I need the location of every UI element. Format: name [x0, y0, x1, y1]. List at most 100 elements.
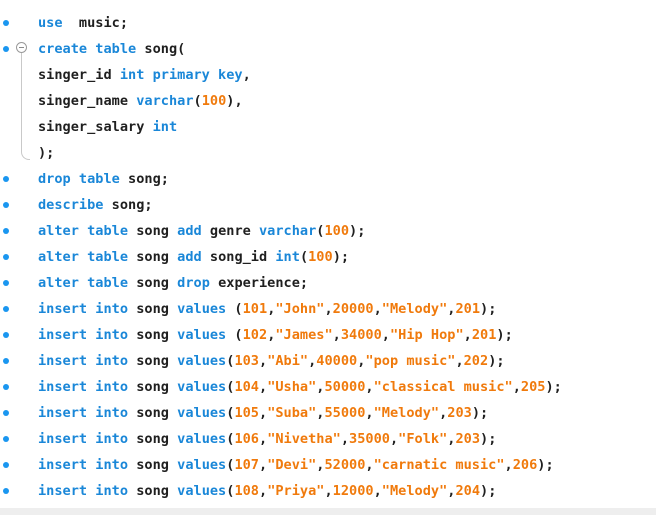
- statement-marker-icon[interactable]: [3, 254, 9, 260]
- code-line[interactable]: insert into song values (102,"James",340…: [0, 322, 656, 348]
- code-line[interactable]: singer_salary int: [0, 114, 656, 140]
- code-token: values: [177, 457, 227, 473]
- code-token: );: [488, 353, 505, 369]
- code-token: drop table: [38, 171, 120, 187]
- code-token: experience;: [209, 275, 309, 291]
- code-token: insert into: [38, 483, 129, 499]
- code-line[interactable]: alter table song drop experience;: [0, 270, 656, 296]
- code-token: song(: [136, 41, 186, 57]
- code-text: insert into song values(105,"Suba",55000…: [38, 400, 488, 426]
- code-token: 40000: [316, 353, 358, 369]
- code-token: "Abi": [267, 353, 309, 369]
- code-token: 202: [463, 353, 489, 369]
- statement-marker-icon[interactable]: [3, 306, 9, 312]
- code-line[interactable]: drop table song;: [0, 166, 656, 192]
- code-token: ,: [389, 431, 399, 447]
- code-token: );: [480, 431, 497, 447]
- code-line[interactable]: insert into song values(106,"Nivetha",35…: [0, 426, 656, 452]
- code-token: 35000: [349, 431, 390, 447]
- code-line[interactable]: insert into song values(107,"Devi",52000…: [0, 452, 656, 478]
- code-token: insert into: [38, 353, 129, 369]
- statement-marker-icon[interactable]: [3, 462, 9, 468]
- code-text: singer_salary int: [38, 114, 177, 140]
- code-token: song_id: [201, 249, 276, 265]
- code-token: "Melody": [373, 405, 440, 421]
- code-token: ,: [365, 457, 374, 473]
- statement-marker-icon[interactable]: [3, 436, 9, 442]
- code-line[interactable]: insert into song values(103,"Abi",40000,…: [0, 348, 656, 374]
- code-token: int primary key: [119, 67, 243, 83]
- code-token: values: [177, 483, 227, 499]
- sql-editor[interactable]: use music; create table song(singer_id in…: [0, 0, 656, 508]
- statement-marker-icon[interactable]: [3, 228, 9, 234]
- code-token: );: [496, 327, 513, 343]
- code-text: alter table song add song_id int(100);: [38, 244, 349, 270]
- code-token: ),: [226, 93, 243, 109]
- code-token: );: [480, 483, 497, 499]
- code-line[interactable]: alter table song add genre varchar(100);: [0, 218, 656, 244]
- statement-marker-icon[interactable]: [3, 46, 9, 52]
- statement-marker-icon[interactable]: [3, 410, 9, 416]
- code-token: ,: [365, 379, 374, 395]
- code-token: int: [152, 119, 178, 135]
- code-token: ,: [373, 301, 382, 317]
- code-token: (: [299, 249, 309, 265]
- code-token: 100: [201, 93, 227, 109]
- code-token: 102: [242, 327, 268, 343]
- code-token: "Priya": [267, 483, 325, 499]
- code-line[interactable]: insert into song values(108,"Priya",1200…: [0, 478, 656, 504]
- code-token: song: [128, 483, 178, 499]
- code-token: add: [177, 249, 202, 265]
- code-token: (: [226, 301, 243, 317]
- code-token: 201: [471, 327, 497, 343]
- code-text: );: [38, 140, 54, 166]
- code-token: song: [128, 301, 178, 317]
- statement-marker-icon[interactable]: [3, 332, 9, 338]
- code-token: create table: [38, 41, 137, 57]
- code-token: 34000: [340, 327, 382, 343]
- code-token: "Hip Hop": [389, 327, 464, 343]
- code-token: (: [193, 93, 202, 109]
- code-token: ,: [259, 483, 268, 499]
- code-token: varchar: [136, 93, 194, 109]
- statement-marker-icon[interactable]: [3, 280, 9, 286]
- code-line[interactable]: );: [0, 140, 656, 166]
- horizontal-scrollbar[interactable]: [0, 508, 656, 515]
- code-token: 206: [512, 457, 538, 473]
- statement-marker-icon[interactable]: [3, 20, 9, 26]
- code-line[interactable]: create table song(: [0, 36, 656, 62]
- code-line[interactable]: describe song;: [0, 192, 656, 218]
- code-line[interactable]: singer_name varchar(100),: [0, 88, 656, 114]
- fold-collapse-icon[interactable]: [16, 42, 27, 53]
- code-token: song: [128, 249, 178, 265]
- code-token: add: [177, 223, 202, 239]
- code-token: );: [332, 249, 350, 265]
- code-token: (: [226, 327, 243, 343]
- statement-marker-icon[interactable]: [3, 384, 9, 390]
- code-text: insert into song values(103,"Abi",40000,…: [38, 348, 505, 374]
- code-line[interactable]: use music;: [0, 10, 656, 36]
- statement-marker-icon[interactable]: [3, 202, 9, 208]
- code-token: "Folk": [398, 431, 448, 447]
- code-text: insert into song values(106,"Nivetha",35…: [38, 426, 496, 452]
- code-line[interactable]: singer_id int primary key,: [0, 62, 656, 88]
- code-token: "James": [275, 327, 333, 343]
- code-token: "Devi": [267, 457, 317, 473]
- code-line[interactable]: insert into song values (101,"John",2000…: [0, 296, 656, 322]
- code-token: values: [177, 431, 227, 447]
- code-text: create table song(: [38, 36, 185, 62]
- code-token: ,: [504, 457, 513, 473]
- statement-marker-icon[interactable]: [3, 176, 9, 182]
- code-token: 203: [447, 405, 472, 421]
- statement-marker-icon[interactable]: [3, 488, 9, 494]
- code-token: 55000: [324, 405, 366, 421]
- code-token: 12000: [332, 483, 374, 499]
- code-token: int: [275, 249, 300, 265]
- code-text: singer_name varchar(100),: [38, 88, 243, 114]
- code-line[interactable]: insert into song values(105,"Suba",55000…: [0, 400, 656, 426]
- statement-marker-icon[interactable]: [3, 358, 9, 364]
- code-line[interactable]: alter table song add song_id int(100);: [0, 244, 656, 270]
- code-line[interactable]: insert into song values(104,"Usha",50000…: [0, 374, 656, 400]
- code-token: song: [128, 353, 178, 369]
- code-token: "John": [275, 301, 325, 317]
